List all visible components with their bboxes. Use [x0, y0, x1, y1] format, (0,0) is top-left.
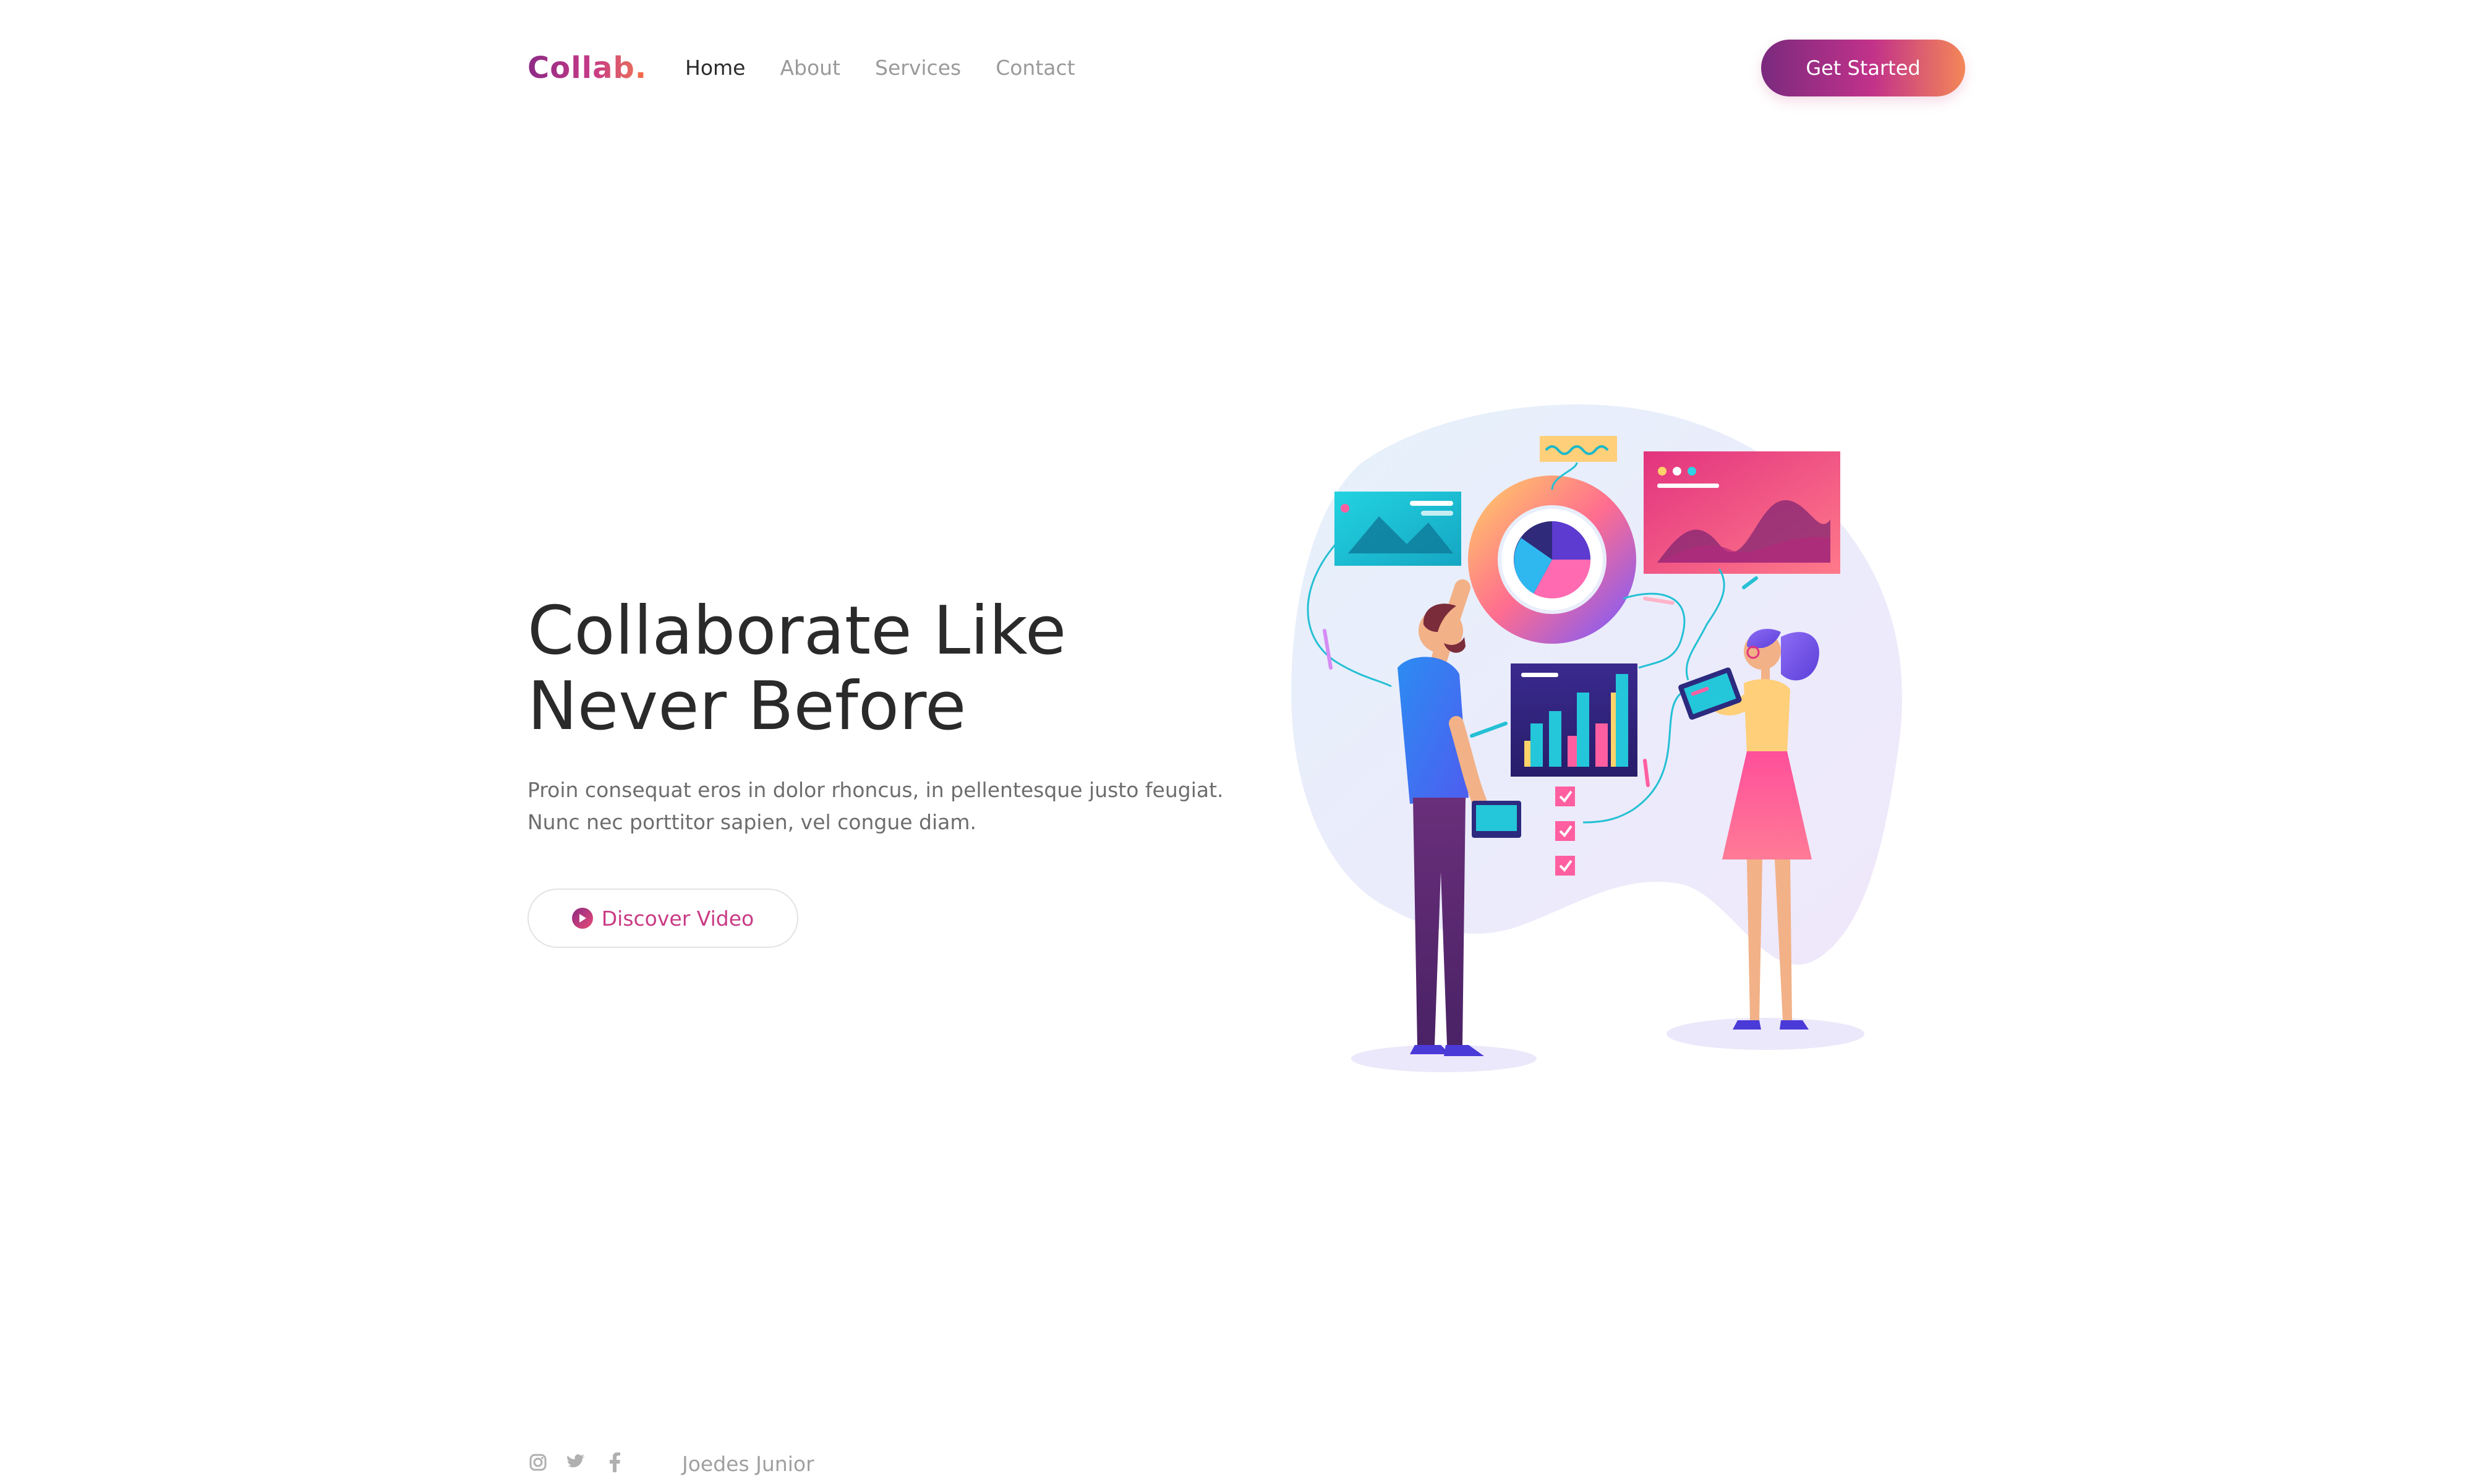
- hero-subtitle-line-2: Nunc nec porttitor sapien, vel congue di…: [527, 810, 977, 834]
- brand-logo-dot: .: [634, 51, 647, 85]
- bar-chart-card: [1511, 663, 1637, 777]
- author-name: Joedes Junior: [682, 1452, 814, 1476]
- hero-title-line-2: Never Before: [527, 668, 967, 745]
- main-nav: Home About Services Contact: [685, 54, 1075, 82]
- nav-item-contact[interactable]: Contact: [996, 54, 1075, 82]
- nav-item-services[interactable]: Services: [875, 54, 961, 82]
- wave-card: [1540, 436, 1617, 462]
- hero-title: Collaborate Like Never Before: [527, 594, 1208, 744]
- get-started-button[interactable]: Get Started: [1761, 40, 1965, 96]
- hero-subtitle-line-1: Proin consequat eros in dolor rhoncus, i…: [527, 778, 1224, 802]
- facebook-icon[interactable]: [604, 1452, 625, 1473]
- donut-chart: [1468, 475, 1636, 644]
- teal-image-card: [1334, 492, 1461, 566]
- hero-subtitle: Proin consequat eros in dolor rhoncus, i…: [527, 774, 1245, 838]
- nav-item-home[interactable]: Home: [685, 54, 745, 82]
- nav-item-about[interactable]: About: [780, 54, 840, 82]
- checklist: [1555, 787, 1575, 876]
- brand-logo-text: Collab: [527, 51, 635, 85]
- social-links: [527, 1452, 625, 1473]
- collaboration-illustration: [1291, 404, 1902, 1072]
- hero-title-line-1: Collaborate Like: [527, 592, 1067, 670]
- twitter-icon[interactable]: [566, 1452, 587, 1473]
- discover-video-label: Discover Video: [601, 906, 754, 931]
- instagram-icon[interactable]: [527, 1452, 548, 1473]
- brand-logo[interactable]: Collab.: [527, 48, 647, 88]
- discover-video-button[interactable]: Discover Video: [527, 889, 798, 948]
- woman-shadow: [1667, 1018, 1864, 1050]
- play-icon: [571, 908, 593, 929]
- pink-area-chart-card: [1644, 451, 1840, 574]
